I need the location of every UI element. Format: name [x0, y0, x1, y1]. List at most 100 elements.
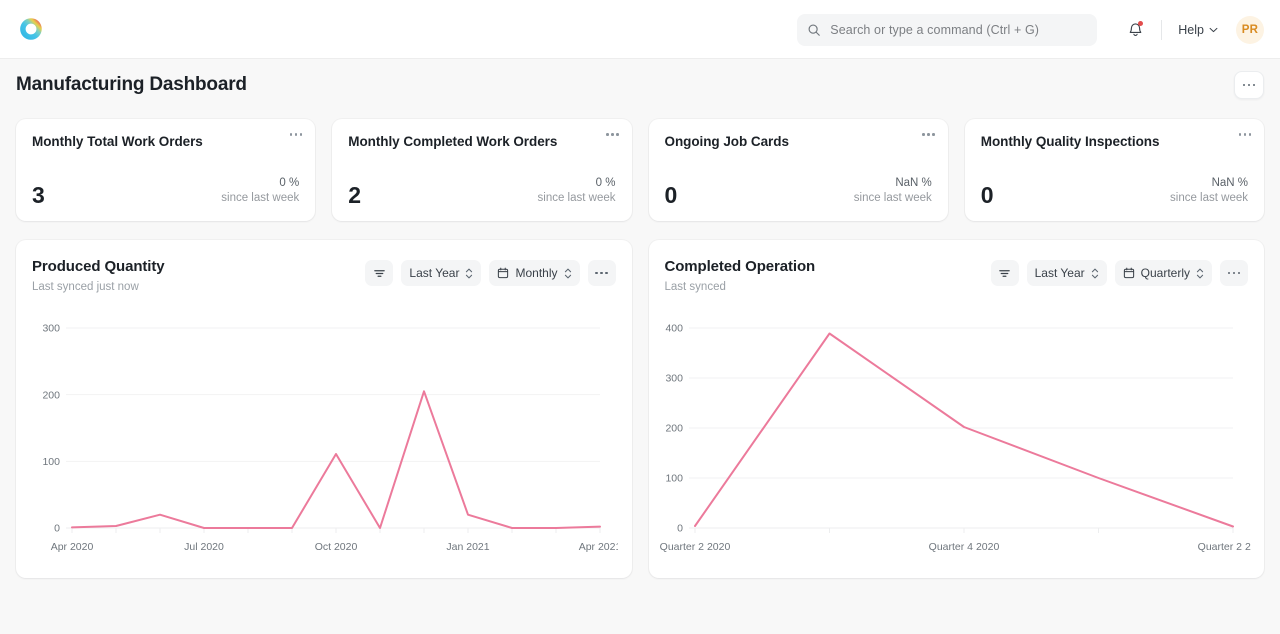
ellipsis-icon — [290, 133, 303, 136]
up-down-icon — [564, 267, 572, 280]
chart-interval-label: Quarterly — [1141, 266, 1190, 280]
search-icon — [807, 23, 821, 37]
charts-row: Produced Quantity Last synced just now L… — [0, 240, 1280, 578]
chart-range-label: Last Year — [1035, 266, 1085, 280]
chevron-down-icon — [1209, 27, 1218, 33]
chart-plot-produced-quantity: 0100200300Apr 2020Jul 2020Oct 2020Jan 20… — [16, 314, 632, 578]
chart-card-completed-operation: Completed Operation Last synced Last Yea… — [649, 240, 1265, 578]
page-title: Manufacturing Dashboard — [16, 74, 247, 96]
ellipsis-icon — [595, 272, 608, 275]
top-navbar: Search or type a command (Ctrl + G) Help… — [0, 0, 1280, 59]
number-card-menu-button[interactable] — [606, 133, 619, 136]
filter-icon — [998, 267, 1011, 280]
number-card-monthly-completed-work-orders[interactable]: Monthly Completed Work Orders 2 0 % sinc… — [332, 119, 631, 221]
number-card-delta-percent: 0 % — [538, 176, 616, 192]
x-axis-tick-label: Quarter 2 2021 — [1197, 541, 1250, 553]
y-axis-tick-label: 300 — [665, 373, 683, 385]
chart-interval-label: Monthly — [515, 266, 557, 280]
chart-filter-button[interactable] — [991, 260, 1019, 286]
number-card-monthly-total-work-orders[interactable]: Monthly Total Work Orders 3 0 % since la… — [16, 119, 315, 221]
search-placeholder: Search or type a command (Ctrl + G) — [830, 23, 1039, 37]
line-chart-svg: 0100200300400Quarter 2 2020Quarter 4 202… — [649, 314, 1251, 574]
number-card-title: Ongoing Job Cards — [665, 134, 932, 149]
filter-icon — [373, 267, 386, 280]
page-header: Manufacturing Dashboard — [0, 59, 1280, 111]
chart-title-block: Completed Operation Last synced — [665, 258, 816, 293]
number-card-ongoing-job-cards[interactable]: Ongoing Job Cards 0 NaN % since last wee… — [649, 119, 948, 221]
number-card-delta-percent: 0 % — [221, 176, 299, 192]
up-down-icon — [1196, 267, 1204, 280]
y-axis-tick-label: 100 — [665, 473, 683, 485]
up-down-icon — [1091, 267, 1099, 280]
y-axis-tick-label: 100 — [42, 456, 60, 468]
chart-series-line — [72, 391, 600, 528]
avatar[interactable]: PR — [1236, 16, 1264, 44]
chart-menu-button[interactable] — [1220, 260, 1248, 286]
number-card-delta-percent: NaN % — [854, 176, 932, 192]
chart-toolbar: Last Year Quarterly — [991, 260, 1248, 286]
y-axis-tick-label: 200 — [42, 389, 60, 401]
ellipsis-icon — [606, 133, 619, 136]
frappe-logo[interactable] — [16, 14, 46, 44]
number-card-value: 0 — [981, 184, 994, 207]
number-card-delta: NaN % since last week — [854, 176, 932, 207]
ellipsis-icon — [922, 133, 935, 136]
chart-filter-button[interactable] — [365, 260, 393, 286]
number-card-delta-period: since last week — [1170, 191, 1248, 207]
x-axis-tick-label: Oct 2020 — [315, 541, 358, 553]
chart-sync-status: Last synced — [665, 281, 816, 293]
number-card-value: 2 — [348, 184, 361, 207]
y-axis-tick-label: 300 — [42, 323, 60, 335]
help-label: Help — [1178, 23, 1204, 37]
number-card-menu-button[interactable] — [922, 133, 935, 136]
navbar-right-group: Search or type a command (Ctrl + G) Help… — [797, 0, 1264, 59]
y-axis-tick-label: 0 — [677, 523, 683, 535]
x-axis-tick-label: Jan 2021 — [446, 541, 489, 553]
calendar-icon — [1123, 267, 1135, 279]
line-chart-svg: 0100200300Apr 2020Jul 2020Oct 2020Jan 20… — [16, 314, 618, 574]
number-card-delta: 0 % since last week — [538, 176, 616, 207]
number-card-delta: NaN % since last week — [1170, 176, 1248, 207]
navbar-divider — [1161, 20, 1162, 40]
search-input[interactable]: Search or type a command (Ctrl + G) — [797, 14, 1097, 46]
chart-toolbar: Last Year Monthly — [365, 260, 615, 286]
chart-range-select[interactable]: Last Year — [1027, 260, 1107, 286]
chart-range-select[interactable]: Last Year — [401, 260, 481, 286]
help-menu-button[interactable]: Help — [1176, 19, 1220, 41]
number-card-delta: 0 % since last week — [221, 176, 299, 207]
chart-plot-completed-operation: 0100200300400Quarter 2 2020Quarter 4 202… — [649, 314, 1265, 578]
chart-card-produced-quantity: Produced Quantity Last synced just now L… — [16, 240, 632, 578]
number-card-delta-period: since last week — [221, 191, 299, 207]
number-card-title: Monthly Quality Inspections — [981, 134, 1248, 149]
chart-title: Produced Quantity — [32, 258, 164, 275]
chart-interval-select[interactable]: Monthly — [489, 260, 579, 286]
number-card-delta-period: since last week — [538, 191, 616, 207]
number-card-value: 0 — [665, 184, 678, 207]
number-card-delta-percent: NaN % — [1170, 176, 1248, 192]
x-axis-tick-label: Apr 2021 — [579, 541, 618, 553]
number-card-delta-period: since last week — [854, 191, 932, 207]
ellipsis-icon — [1243, 84, 1256, 87]
dashboard-menu-button[interactable] — [1234, 71, 1264, 99]
chart-range-label: Last Year — [409, 266, 459, 280]
avatar-initials: PR — [1242, 24, 1259, 36]
number-card-monthly-quality-inspections[interactable]: Monthly Quality Inspections 0 NaN % sinc… — [965, 119, 1264, 221]
y-axis-tick-label: 200 — [665, 423, 683, 435]
number-cards-row: Monthly Total Work Orders 3 0 % since la… — [0, 119, 1280, 221]
x-axis-tick-label: Jul 2020 — [184, 541, 224, 553]
notifications-button[interactable] — [1121, 16, 1149, 44]
ellipsis-icon — [1228, 272, 1241, 275]
number-card-title: Monthly Total Work Orders — [32, 134, 299, 149]
chart-title: Completed Operation — [665, 258, 816, 275]
chart-series-line — [695, 334, 1233, 527]
number-card-menu-button[interactable] — [290, 133, 303, 136]
chart-menu-button[interactable] — [588, 260, 616, 286]
calendar-icon — [497, 267, 509, 279]
y-axis-tick-label: 0 — [54, 523, 60, 535]
ellipsis-icon — [1239, 133, 1252, 136]
x-axis-tick-label: Quarter 2 2020 — [659, 541, 730, 553]
chart-sync-status: Last synced just now — [32, 281, 164, 293]
chart-interval-select[interactable]: Quarterly — [1115, 260, 1212, 286]
number-card-menu-button[interactable] — [1239, 133, 1252, 136]
y-axis-tick-label: 400 — [665, 323, 683, 335]
